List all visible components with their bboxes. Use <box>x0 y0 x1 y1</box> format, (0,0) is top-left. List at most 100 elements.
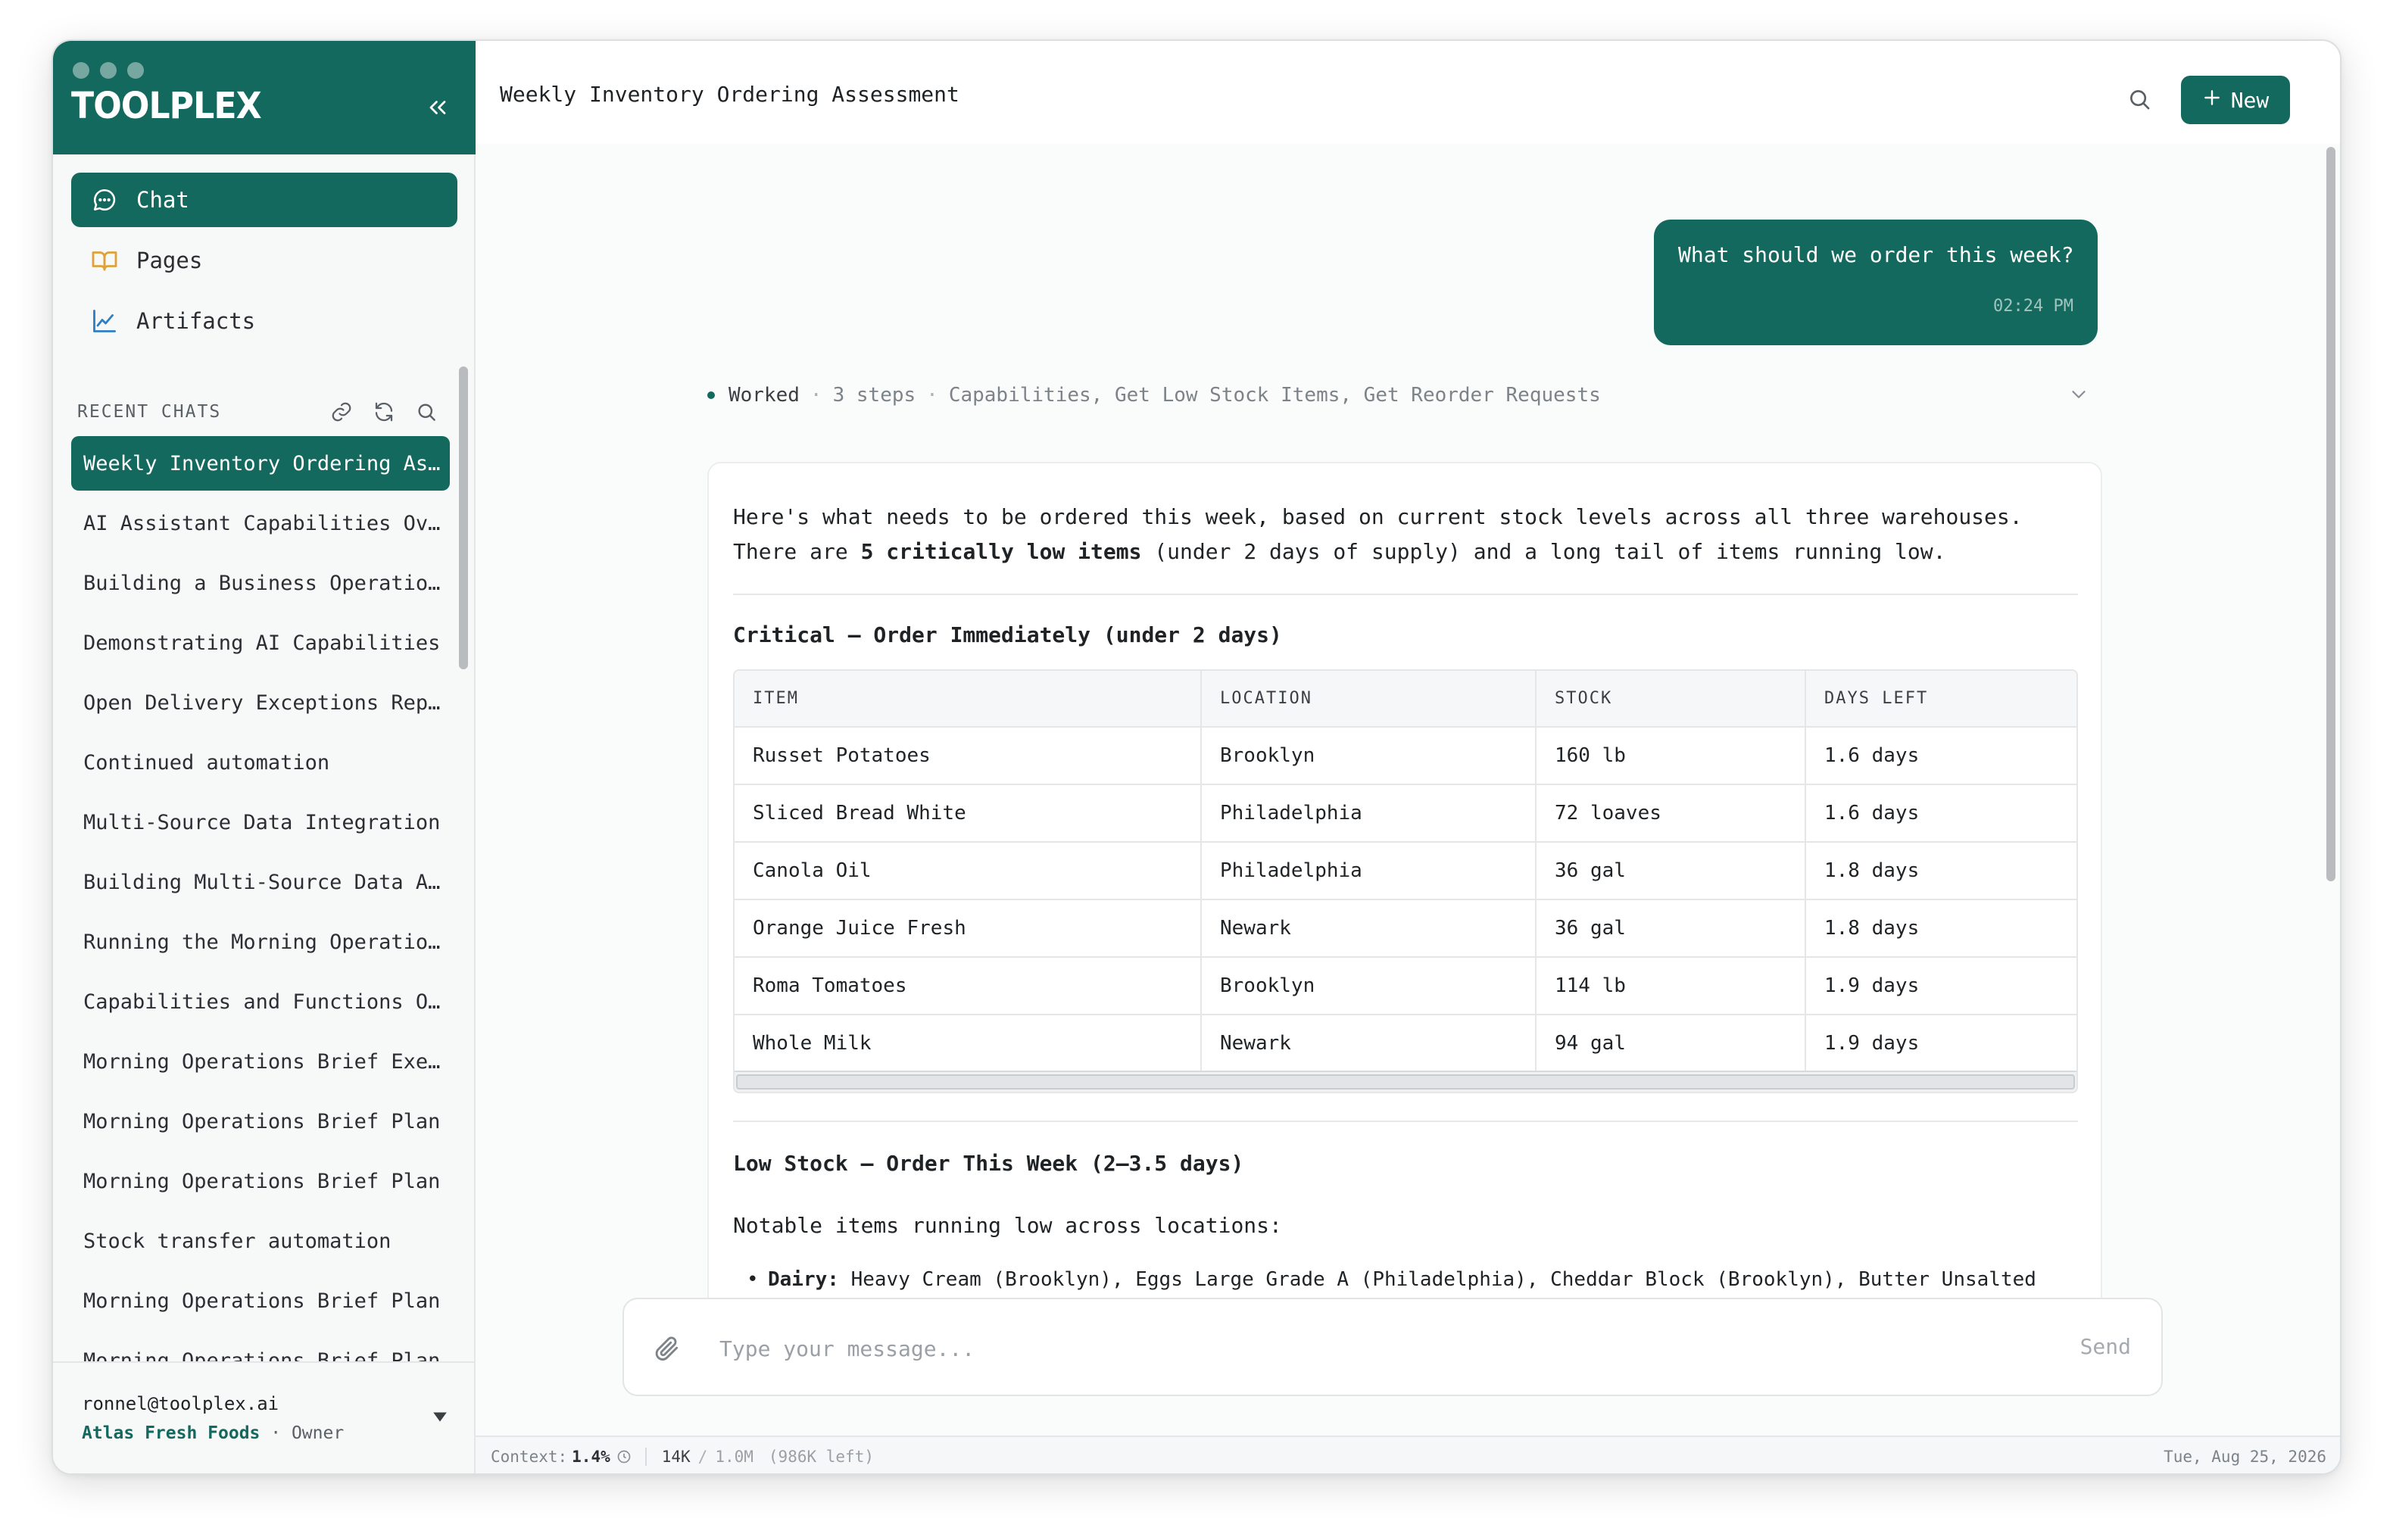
plus-icon <box>2202 88 2222 113</box>
cell-stock: 94 gal <box>1536 1015 1806 1073</box>
cell-stock: 36 gal <box>1536 842 1806 900</box>
status-divider <box>644 1448 647 1466</box>
context-label: Context: <box>491 1448 568 1466</box>
tokens-left: (986K left) <box>768 1448 874 1466</box>
chat-list-item[interactable]: Open Delivery Exceptions Report <box>71 675 450 730</box>
chat-list-item[interactable]: Demonstrating AI Capabilities <box>71 616 450 670</box>
line-chart-icon <box>89 306 120 336</box>
nav-pages[interactable]: Pages <box>71 233 457 288</box>
cell-days-left: 1.9 days <box>1805 957 2076 1015</box>
account-org: Atlas Fresh Foods <box>82 1423 261 1443</box>
chat-bubble-icon <box>89 185 120 215</box>
nav-artifacts-label: Artifacts <box>136 308 256 334</box>
conversation: What should we order this week? 02:24 PM… <box>476 144 2340 1323</box>
cell-stock: 160 lb <box>1536 727 1806 785</box>
brand-header: TOOLPLEX <box>53 41 476 154</box>
table-row: Orange Juice Fresh Newark 36 gal 1.8 day… <box>735 899 2076 958</box>
chat-list-item[interactable]: Multi-Source Data Integration <box>71 795 450 849</box>
nav-chat-label: Chat <box>136 187 189 213</box>
chat-list-item[interactable]: Morning Operations Brief Plan <box>71 1273 450 1328</box>
sidebar-scrollbar[interactable] <box>459 366 468 669</box>
recent-chats-label: RECENT CHATS <box>77 402 222 422</box>
app-window: TOOLPLEX Chat Pages Artifacts RECENT CHA… <box>51 39 2342 1475</box>
column-header: DAYS LEFT <box>1805 671 2076 728</box>
search-icon[interactable] <box>2126 86 2152 112</box>
new-chat-label: New <box>2230 87 2270 113</box>
user-message-time: 02:24 PM <box>1993 297 2073 316</box>
chat-list-item[interactable]: Morning Operations Brief Execution <box>71 1034 450 1089</box>
chat-list-item[interactable]: Building a Business Operations Dashboard <box>71 556 450 610</box>
search-chats-icon[interactable] <box>412 397 441 426</box>
chat-list-item[interactable]: Running the Morning Operations Brief <box>71 915 450 969</box>
cell-item: Canola Oil <box>735 842 1202 900</box>
new-chat-button[interactable]: New <box>2181 76 2290 124</box>
cell-location: Brooklyn <box>1201 957 1537 1015</box>
nav-artifacts[interactable]: Artifacts <box>71 294 457 348</box>
chat-list-item[interactable]: Weekly Inventory Ordering Assessment <box>71 436 450 491</box>
account-switcher[interactable]: ronnel@toolplex.ai Atlas Fresh Foods · O… <box>53 1361 474 1473</box>
collapse-sidebar-icon[interactable] <box>424 94 451 121</box>
message-input[interactable] <box>719 1322 2007 1375</box>
user-message-text: What should we order this week? <box>1678 242 2074 267</box>
chat-list-item[interactable]: Continued automation <box>71 735 450 790</box>
chat-list-item[interactable]: Capabilities and Functions Overview <box>71 974 450 1029</box>
cell-item: Whole Milk <box>735 1015 1202 1073</box>
low-stock-heading: Low Stock — Order This Week (2–3.5 days) <box>733 1151 1244 1176</box>
page-title: Weekly Inventory Ordering Assessment <box>500 82 959 107</box>
column-header: LOCATION <box>1201 671 1537 728</box>
info-icon[interactable] <box>616 1449 632 1464</box>
recent-chat-list: Weekly Inventory Ordering Assessment AI … <box>71 436 450 1396</box>
message-composer: Send <box>622 1298 2163 1396</box>
status-dot <box>707 391 715 399</box>
divider <box>733 1121 2078 1122</box>
table-horizontal-scrollbar[interactable] <box>735 1071 2076 1092</box>
assistant-message: Here's what needs to be ordered this wee… <box>707 462 2102 1323</box>
refresh-icon[interactable] <box>370 397 398 426</box>
table-row: Roma Tomatoes Brooklyn 114 lb 1.9 days <box>735 957 2076 1015</box>
notable-text: Notable items running low across locatio… <box>733 1213 1282 1238</box>
send-button[interactable]: Send <box>2080 1334 2131 1359</box>
scrollbar-thumb[interactable] <box>736 1074 2075 1090</box>
caret-down-icon[interactable] <box>432 1408 448 1425</box>
cell-days-left: 1.6 days <box>1805 727 2076 785</box>
link-icon[interactable] <box>327 397 356 426</box>
cell-location: Brooklyn <box>1201 727 1537 785</box>
worked-label: Worked <box>729 384 800 407</box>
cell-stock: 36 gal <box>1536 899 1806 958</box>
chat-list-item[interactable]: Stock transfer automation <box>71 1214 450 1268</box>
window-minimize-dot[interactable] <box>100 62 117 79</box>
table-row: Russet Potatoes Brooklyn 160 lb 1.6 days <box>735 727 2076 785</box>
chat-list-item[interactable]: AI Assistant Capabilities Overview <box>71 496 450 550</box>
cell-days-left: 1.8 days <box>1805 899 2076 958</box>
nav-chat[interactable]: Chat <box>71 173 457 227</box>
account-email: ronnel@toolplex.ai <box>82 1393 279 1414</box>
cell-stock: 72 loaves <box>1536 784 1806 843</box>
chat-list-item[interactable]: Morning Operations Brief Plan <box>71 1094 450 1149</box>
chevron-down-icon[interactable] <box>2067 383 2090 406</box>
table-header-row: ITEM LOCATION STOCK DAYS LEFT <box>735 671 2076 728</box>
divider <box>733 594 2078 595</box>
window-maximize-dot[interactable] <box>127 62 144 79</box>
nav-pages-label: Pages <box>136 248 203 273</box>
book-icon <box>89 245 120 276</box>
window-close-dot[interactable] <box>73 62 89 79</box>
worked-summary[interactable]: Worked · 3 steps · Capabilities, Get Low… <box>707 380 2090 410</box>
token-limit: 1.0M <box>715 1448 753 1466</box>
recent-chats-header: RECENT CHATS <box>77 397 441 427</box>
cell-location: Newark <box>1201 1015 1537 1073</box>
critical-items-table: ITEM LOCATION STOCK DAYS LEFT Russet Pot… <box>733 669 2078 1093</box>
chat-list-item[interactable]: Morning Operations Brief Plan <box>71 1154 450 1208</box>
column-header: ITEM <box>735 671 1202 728</box>
cell-location: Newark <box>1201 899 1537 958</box>
conversation-scrollbar[interactable] <box>2326 147 2335 881</box>
column-header: STOCK <box>1536 671 1806 728</box>
user-message: What should we order this week? 02:24 PM <box>1654 220 2098 345</box>
top-bar: Weekly Inventory Ordering Assessment New <box>476 41 2340 144</box>
account-org-line: Atlas Fresh Foods · Owner <box>82 1423 345 1443</box>
cell-location: Philadelphia <box>1201 784 1537 843</box>
cell-item: Orange Juice Fresh <box>735 899 1202 958</box>
cell-item: Russet Potatoes <box>735 727 1202 785</box>
cell-item: Roma Tomatoes <box>735 957 1202 1015</box>
chat-list-item[interactable]: Building Multi-Source Data Analysis <box>71 855 450 909</box>
paperclip-icon[interactable] <box>653 1334 682 1363</box>
